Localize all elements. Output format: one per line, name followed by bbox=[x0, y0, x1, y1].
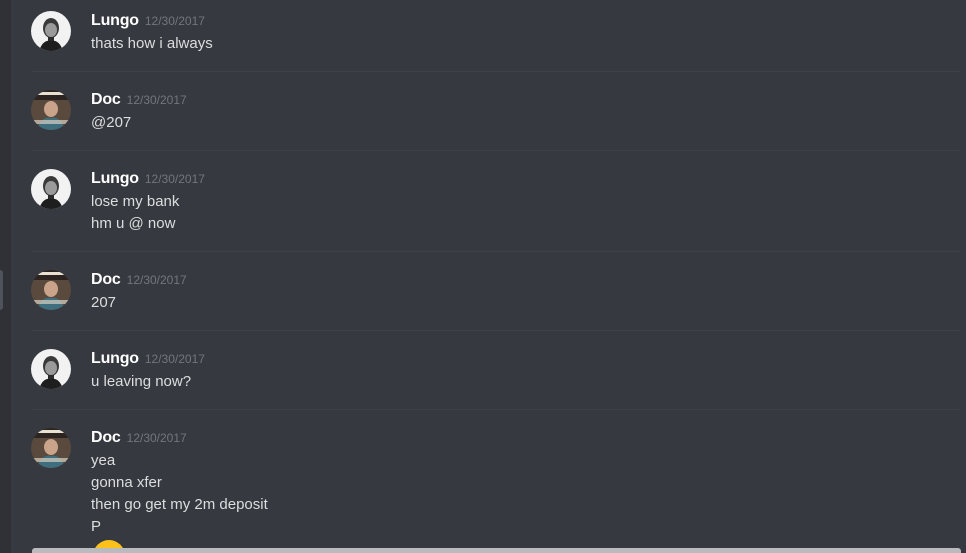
channel-indicator[interactable] bbox=[0, 270, 3, 310]
username[interactable]: Doc bbox=[91, 271, 121, 288]
doc-avatar[interactable] bbox=[31, 428, 71, 468]
chat-window: Lungo 12/30/2017 thats how i always Doc 12… bbox=[0, 0, 966, 553]
message-text: yea bbox=[91, 452, 116, 469]
message-header: Lungo 12/30/2017 bbox=[91, 12, 205, 30]
timestamp: 12/30/2017 bbox=[144, 352, 205, 366]
timestamp: 12/30/2017 bbox=[126, 431, 187, 445]
username[interactable]: Lungo bbox=[91, 12, 139, 29]
message-divider bbox=[31, 251, 960, 252]
message-header: Doc 12/30/2017 bbox=[91, 91, 187, 109]
username[interactable]: Lungo bbox=[91, 350, 139, 367]
message-text: @207 bbox=[91, 114, 132, 131]
message-divider bbox=[31, 330, 960, 331]
message-text: gonna xfer bbox=[91, 474, 162, 491]
lungo-avatar[interactable] bbox=[31, 169, 71, 209]
message-header: Doc 12/30/2017 bbox=[91, 429, 187, 447]
lungo-avatar[interactable] bbox=[31, 11, 71, 51]
username[interactable]: Lungo bbox=[91, 170, 139, 187]
message-text: lose my bank bbox=[91, 193, 180, 210]
message-header: Doc 12/30/2017 bbox=[91, 271, 187, 289]
message-text: thats how i always bbox=[91, 35, 213, 52]
message-divider bbox=[31, 71, 960, 72]
timestamp: 12/30/2017 bbox=[144, 14, 205, 28]
message-divider bbox=[31, 150, 960, 151]
message-list[interactable]: Lungo 12/30/2017 thats how i always Doc 12… bbox=[31, 0, 961, 553]
lungo-avatar[interactable] bbox=[31, 349, 71, 389]
message-text: 207 bbox=[91, 294, 117, 311]
message-header: Lungo 12/30/2017 bbox=[91, 170, 205, 188]
username[interactable]: Doc bbox=[91, 91, 121, 108]
timestamp: 12/30/2017 bbox=[126, 273, 187, 287]
timestamp: 12/30/2017 bbox=[144, 172, 205, 186]
message-text: u leaving now? bbox=[91, 373, 192, 390]
message-divider bbox=[31, 409, 960, 410]
doc-avatar[interactable] bbox=[31, 270, 71, 310]
left-rail bbox=[0, 0, 11, 553]
timestamp: 12/30/2017 bbox=[126, 93, 187, 107]
message-text: then go get my 2m deposit bbox=[91, 496, 268, 513]
message-text: P bbox=[91, 518, 102, 535]
message-text: hm u @ now bbox=[91, 215, 176, 232]
message-header: Lungo 12/30/2017 bbox=[91, 350, 205, 368]
doc-avatar[interactable] bbox=[31, 90, 71, 130]
horizontal-scrollbar[interactable] bbox=[32, 548, 961, 553]
username[interactable]: Doc bbox=[91, 429, 121, 446]
